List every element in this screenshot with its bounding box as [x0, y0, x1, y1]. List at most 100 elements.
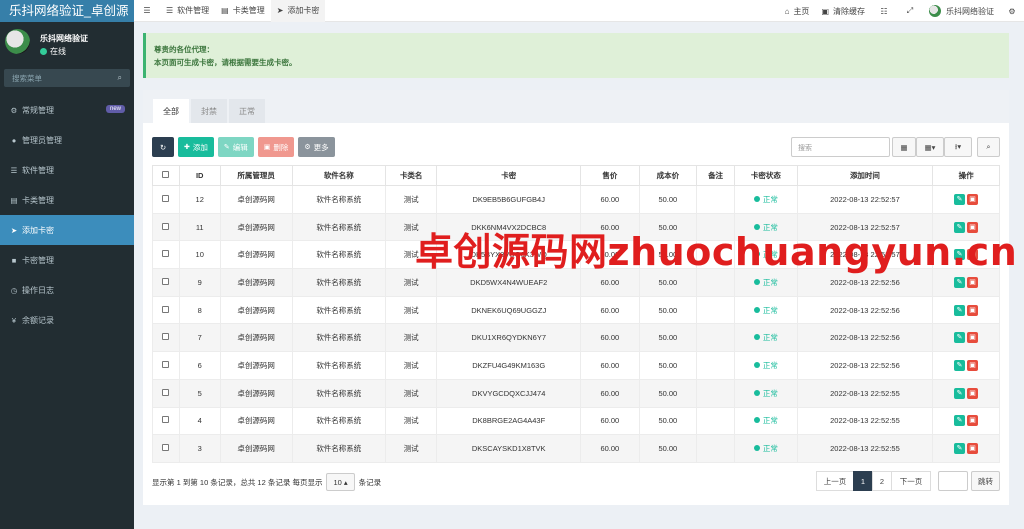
- sidebar-item-software[interactable]: ☰ 软件管理: [0, 155, 134, 185]
- sidebar-item-logs[interactable]: ◷ 操作日志: [0, 275, 134, 305]
- sidebar-search-placeholder: 搜索菜单: [12, 73, 42, 83]
- row-checkbox[interactable]: [152, 434, 180, 463]
- status-dot-icon: [753, 361, 760, 368]
- delete-row-button[interactable]: ▣: [967, 193, 979, 205]
- column-header[interactable]: 添加时间: [796, 165, 934, 186]
- edit-row-button[interactable]: ✎: [954, 443, 966, 455]
- columns-dropdown[interactable]: ▦▾: [916, 137, 944, 157]
- tab-software[interactable]: ☰ 软件管理: [160, 0, 215, 22]
- edit-row-button[interactable]: ✎: [954, 193, 966, 205]
- tab-banned[interactable]: 封禁: [191, 99, 227, 123]
- app-brand[interactable]: 乐抖网络验证_卓创源: [0, 0, 134, 22]
- more-button[interactable]: ⚙ 更多: [298, 137, 335, 157]
- delete-row-button[interactable]: ▣: [967, 359, 979, 371]
- edit-button[interactable]: ✎ 编辑: [217, 137, 254, 157]
- column-header[interactable]: ID: [178, 165, 221, 186]
- language-button[interactable]: ☷: [871, 0, 897, 22]
- add-button[interactable]: ✚ 添加: [178, 137, 214, 157]
- advanced-search-button[interactable]: ⌕: [977, 137, 1000, 157]
- delete-row-button[interactable]: ▣: [967, 415, 979, 427]
- tab-cardtypes[interactable]: ▤ 卡类管理: [215, 0, 271, 22]
- view-toggle-button[interactable]: ▦: [892, 137, 916, 157]
- row-checkbox[interactable]: [152, 406, 180, 436]
- page-size-dropdown[interactable]: 10 ▴: [326, 473, 355, 491]
- sidebar-item-add-card[interactable]: ➤ 添加卡密: [0, 215, 134, 245]
- edit-row-button[interactable]: ✎: [954, 304, 966, 316]
- column-header[interactable]: 所属管理员: [219, 165, 293, 186]
- sidebar-item-admins[interactable]: ● 管理员管理: [0, 125, 134, 155]
- cell-id: 6: [178, 351, 221, 380]
- cell-software: 软件名称系统: [291, 212, 387, 242]
- row-checkbox[interactable]: [152, 212, 180, 242]
- checkbox-icon: [162, 305, 170, 313]
- fullscreen-button[interactable]: ⤢: [897, 0, 923, 22]
- refresh-button[interactable]: ↻: [152, 137, 174, 157]
- sidebar-item-balance[interactable]: ¥ 余额记录: [0, 305, 134, 335]
- menu-toggle-button[interactable]: ☰: [134, 0, 160, 22]
- user-menu[interactable]: 乐抖网络验证: [923, 0, 1000, 22]
- row-checkbox[interactable]: [152, 185, 180, 214]
- edit-row-button[interactable]: ✎: [954, 332, 966, 344]
- page-button[interactable]: 2: [872, 471, 892, 491]
- cell-time: 2022-08-13 22:52:56: [796, 351, 934, 380]
- export-dropdown[interactable]: ⭳▾: [944, 137, 972, 157]
- edit-row-button[interactable]: ✎: [954, 387, 966, 399]
- delete-button[interactable]: ▣ 删除: [257, 137, 295, 157]
- checkbox-icon: [162, 416, 170, 424]
- delete-row-button[interactable]: ▣: [967, 387, 979, 399]
- goto-page-button[interactable]: 跳转: [971, 471, 1000, 491]
- settings-button[interactable]: ⚙: [1000, 0, 1024, 22]
- clear-cache-label: 清除缓存: [833, 6, 865, 16]
- edit-row-button[interactable]: ✎: [954, 359, 966, 371]
- clear-cache-button[interactable]: ▣ 清除缓存: [815, 0, 871, 22]
- cell-cost: 50.00: [638, 406, 698, 436]
- row-checkbox[interactable]: [152, 268, 180, 297]
- row-checkbox[interactable]: [152, 240, 180, 270]
- cell-actions: ✎ ▣: [932, 295, 1000, 325]
- delete-row-button[interactable]: ▣: [967, 443, 979, 455]
- avatar: [929, 5, 941, 17]
- home-button[interactable]: ⌂ 主页: [779, 0, 816, 22]
- status-dot-icon: [753, 306, 760, 313]
- tab-add-card[interactable]: ➤ 添加卡密: [270, 0, 326, 22]
- tab-normal[interactable]: 正常: [229, 99, 265, 123]
- status-label: 正常: [762, 277, 778, 287]
- status-dot-icon: [753, 334, 760, 341]
- delete-row-button[interactable]: ▣: [967, 276, 979, 288]
- cell-remark: [696, 378, 736, 408]
- prev-page-button[interactable]: 上一页: [816, 471, 854, 491]
- column-header[interactable]: 卡密: [436, 165, 582, 186]
- next-page-button[interactable]: 下一页: [891, 471, 931, 491]
- column-header[interactable]: 卡密状态: [734, 165, 798, 186]
- edit-row-button[interactable]: ✎: [954, 415, 966, 427]
- delete-row-button[interactable]: ▣: [967, 332, 979, 344]
- sidebar-search-input[interactable]: 搜索菜单 ⌕: [4, 69, 130, 87]
- status-label: 正常: [762, 360, 778, 370]
- select-all-checkbox[interactable]: [152, 165, 180, 186]
- row-checkbox[interactable]: [152, 378, 180, 408]
- goto-page-input[interactable]: [938, 471, 968, 491]
- cell-price: 60.00: [580, 351, 640, 380]
- tab-all[interactable]: 全部: [153, 99, 189, 123]
- page-button[interactable]: 1: [853, 471, 873, 491]
- sidebar-item-card-manage[interactable]: ■ 卡密管理: [0, 245, 134, 275]
- delete-row-button[interactable]: ▣: [967, 304, 979, 316]
- caret-up-icon: ▴: [343, 477, 348, 487]
- export-icon: ⭳▾: [954, 141, 962, 151]
- watermark: 卓创源码网zhuochuangyun.cn: [415, 230, 1018, 274]
- row-checkbox[interactable]: [152, 351, 180, 380]
- column-header[interactable]: 卡类名: [385, 165, 438, 186]
- column-header[interactable]: 软件名称: [291, 165, 387, 186]
- row-checkbox[interactable]: [152, 323, 180, 353]
- row-checkbox[interactable]: [152, 295, 180, 325]
- checkbox-icon: [162, 171, 170, 178]
- cell-price: 60.00: [580, 434, 640, 463]
- edit-row-button[interactable]: ✎: [954, 276, 966, 288]
- cell-card: DK8BRGE2AG4A43F: [436, 406, 582, 436]
- table-search-input[interactable]: 搜索: [791, 137, 890, 157]
- column-header[interactable]: 成本价: [638, 165, 698, 186]
- column-header[interactable]: 售价: [580, 165, 640, 186]
- sidebar-item-general[interactable]: ⚙ 常规管理 new: [0, 95, 134, 125]
- column-header[interactable]: 备注: [696, 165, 736, 186]
- sidebar-item-cardtypes[interactable]: ▤ 卡类管理: [0, 185, 134, 215]
